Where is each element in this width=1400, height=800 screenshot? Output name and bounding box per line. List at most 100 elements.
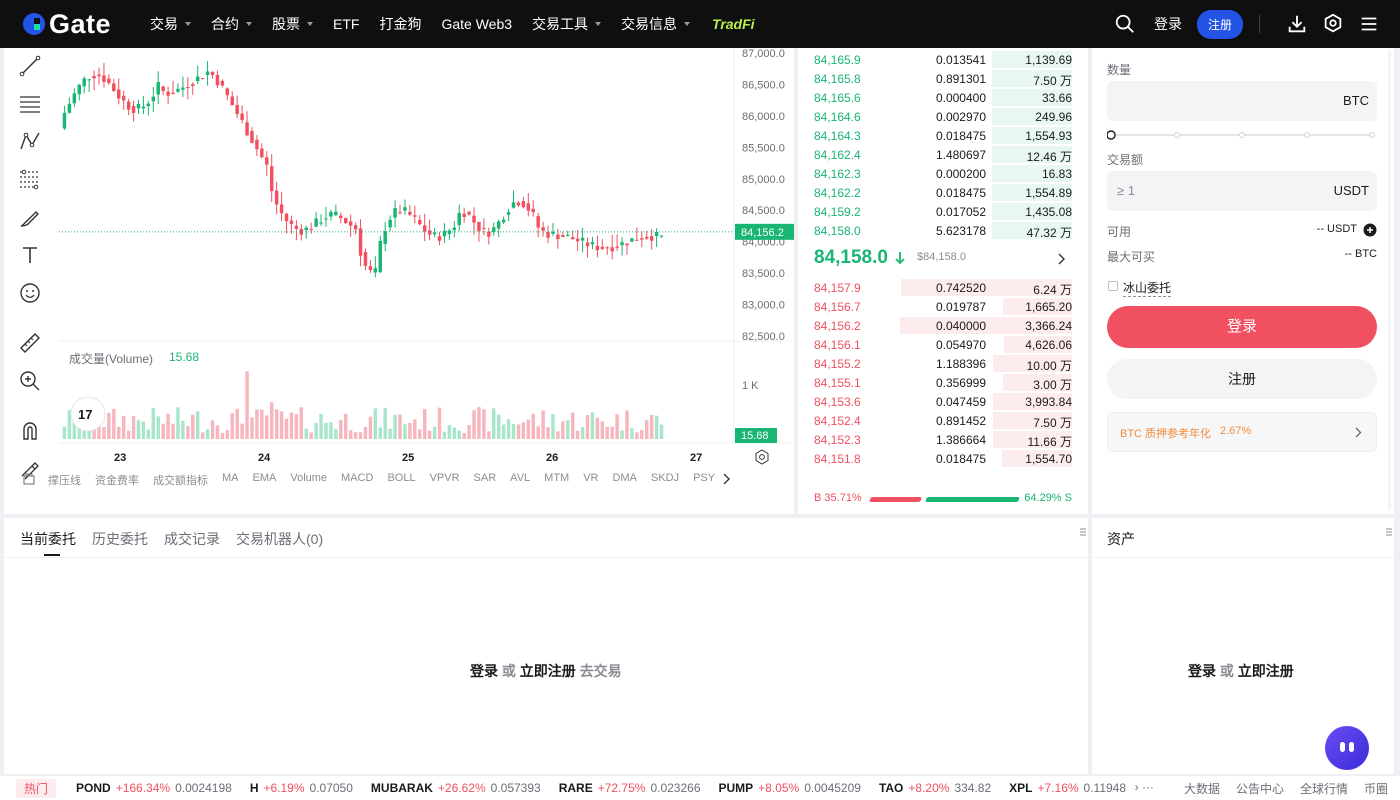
ask-row[interactable]: 84,158.0 5.623178 47.32 万 bbox=[798, 221, 1088, 240]
tradfi-link[interactable]: TradFi bbox=[712, 16, 755, 32]
nav-register-button[interactable]: 注册 bbox=[1196, 9, 1243, 39]
orders-register-link[interactable]: 立即注册 bbox=[520, 663, 576, 679]
ticker-item[interactable]: MUBARAK +26.62% 0.057393 bbox=[371, 781, 541, 795]
quantity-input[interactable]: BTC bbox=[1107, 81, 1377, 121]
nav-item[interactable]: ETF bbox=[333, 14, 359, 34]
nav-item[interactable]: Gate Web3 bbox=[441, 14, 512, 34]
iceberg-checkbox[interactable] bbox=[1108, 281, 1118, 291]
chevron-right-icon[interactable] bbox=[722, 473, 732, 485]
magnet-tool-icon[interactable] bbox=[18, 419, 42, 443]
emoji-tool-icon[interactable] bbox=[18, 281, 42, 305]
footer-link[interactable]: 大数据 bbox=[1184, 780, 1220, 797]
bid-row[interactable]: 84,156.7 0.019787 1,665.20 bbox=[798, 297, 1088, 316]
bid-row[interactable]: 84,157.9 0.742520 6.24 万 bbox=[798, 278, 1088, 297]
iceberg-label[interactable]: 冰山委托 bbox=[1123, 279, 1172, 297]
indicator-item[interactable]: EMA bbox=[253, 472, 277, 488]
search-icon[interactable] bbox=[1114, 13, 1136, 35]
nav-item[interactable]: 交易 bbox=[150, 14, 191, 34]
indicator-item[interactable]: 资金费率 bbox=[95, 472, 139, 488]
nav-item[interactable]: 交易工具 bbox=[532, 14, 602, 34]
indicator-item[interactable]: MACD bbox=[341, 472, 373, 488]
bid-row[interactable]: 84,152.4 0.891452 7.50 万 bbox=[798, 411, 1088, 430]
chart-settings-icon[interactable] bbox=[754, 449, 770, 465]
ask-row[interactable]: 84,165.8 0.891301 7.50 万 bbox=[798, 69, 1088, 88]
settings-icon[interactable] bbox=[1322, 13, 1344, 35]
nav-login-link[interactable]: 登录 bbox=[1154, 14, 1182, 34]
ask-row[interactable]: 84,164.3 0.018475 1,554.93 bbox=[798, 126, 1088, 145]
footer-link[interactable]: 币圈 bbox=[1364, 780, 1388, 797]
download-icon[interactable] bbox=[1286, 13, 1308, 35]
ask-row[interactable]: 84,162.4 1.480697 12.46 万 bbox=[798, 145, 1088, 164]
drag-handle-icon[interactable] bbox=[1080, 528, 1086, 538]
price-chart[interactable]: 87,000.0 86,500.0 86,000.0 85,500.0 85,000.0… bbox=[59, 48, 794, 468]
fib-tool-icon[interactable] bbox=[18, 167, 42, 191]
pattern-tool-icon[interactable] bbox=[18, 129, 42, 153]
menu-icon[interactable] bbox=[1358, 13, 1380, 35]
footer-link[interactable]: 公告中心 bbox=[1236, 780, 1284, 797]
ask-row[interactable]: 84,165.6 0.000400 33.66 bbox=[798, 88, 1088, 107]
ask-row[interactable]: 84,162.3 0.000200 16.83 bbox=[798, 164, 1088, 183]
scrollbar[interactable] bbox=[1388, 50, 1391, 510]
footer-link[interactable]: 全球行情 bbox=[1300, 780, 1348, 797]
assistant-bot-button[interactable] bbox=[1325, 726, 1369, 770]
indicator-item[interactable]: PSY bbox=[693, 472, 715, 488]
register-button[interactable]: 注册 bbox=[1107, 359, 1377, 399]
assets-register-link[interactable]: 立即注册 bbox=[1238, 663, 1294, 679]
trend-line-tool-icon[interactable] bbox=[18, 54, 42, 78]
percentage-slider[interactable] bbox=[1107, 128, 1377, 142]
nav-item[interactable]: 交易信息 bbox=[621, 14, 691, 34]
ticker-item[interactable]: RARE +72.75% 0.023266 bbox=[559, 781, 701, 795]
nav-item[interactable]: 股票 bbox=[272, 14, 313, 34]
ask-row[interactable]: 84,164.6 0.002970 249.96 bbox=[798, 107, 1088, 126]
add-funds-icon[interactable] bbox=[1363, 223, 1377, 237]
ask-row[interactable]: 84,159.2 0.017052 1,435.08 bbox=[798, 202, 1088, 221]
indicator-item[interactable]: DMA bbox=[612, 472, 636, 488]
ticker-item[interactable]: XPL +7.16% 0.11948 bbox=[1009, 781, 1126, 795]
ticker-item[interactable]: POND +166.34% 0.0024198 bbox=[76, 781, 232, 795]
order-tab[interactable]: 成交记录 bbox=[164, 529, 220, 549]
orders-login-link[interactable]: 登录 bbox=[470, 663, 498, 679]
bid-row[interactable]: 84,152.3 1.386664 11.66 万 bbox=[798, 430, 1088, 449]
nav-item[interactable]: 打金狗 bbox=[379, 14, 421, 34]
brush-tool-icon[interactable] bbox=[18, 205, 42, 229]
horizontal-lines-tool-icon[interactable] bbox=[18, 91, 42, 115]
order-tab[interactable]: 历史委托 bbox=[92, 529, 148, 549]
indicator-item[interactable]: AVL bbox=[510, 472, 530, 488]
ask-row[interactable]: 84,165.9 0.013541 1,139.69 bbox=[798, 50, 1088, 69]
indicator-item[interactable]: SAR bbox=[474, 472, 497, 488]
indicator-item[interactable]: SKDJ bbox=[651, 472, 679, 488]
indicator-item[interactable]: VPVR bbox=[430, 472, 460, 488]
order-tab[interactable]: 当前委托 bbox=[20, 529, 76, 549]
amount-input[interactable]: ≥ 1 USDT bbox=[1107, 171, 1377, 211]
ticker-item[interactable]: H +6.19% 0.07050 bbox=[250, 781, 353, 795]
bid-row[interactable]: 84,155.2 1.188396 10.00 万 bbox=[798, 354, 1088, 373]
drag-handle-icon[interactable] bbox=[1386, 528, 1392, 538]
staking-promo[interactable]: BTC 质押参考年化 2.67% bbox=[1107, 412, 1377, 452]
ruler-tool-icon[interactable] bbox=[18, 331, 42, 355]
text-tool-icon[interactable] bbox=[18, 243, 42, 267]
nav-item[interactable]: 合约 bbox=[211, 14, 252, 34]
chevron-right-icon[interactable] bbox=[1058, 253, 1066, 265]
indicator-item[interactable]: Volume bbox=[290, 472, 327, 488]
ask-row[interactable]: 84,162.2 0.018475 1,554.89 bbox=[798, 183, 1088, 202]
indicator-item[interactable]: MTM bbox=[544, 472, 569, 488]
bid-row[interactable]: 84,156.2 0.040000 3,366.24 bbox=[798, 316, 1088, 335]
indicator-panel-icon[interactable] bbox=[22, 472, 36, 486]
gate-logo[interactable]: Gate bbox=[22, 9, 130, 40]
ticker-more-icon[interactable]: › ··· bbox=[1135, 780, 1154, 797]
login-button[interactable]: 登录 bbox=[1107, 306, 1377, 348]
ticker-item[interactable]: TAO +8.20% 334.82 bbox=[879, 781, 991, 795]
bid-row[interactable]: 84,155.1 0.356999 3.00 万 bbox=[798, 373, 1088, 392]
indicator-item[interactable]: VR bbox=[583, 472, 598, 488]
indicator-item[interactable]: 成交额指标 bbox=[153, 472, 208, 488]
zoom-tool-icon[interactable] bbox=[18, 369, 42, 393]
indicator-item[interactable]: MA bbox=[222, 472, 239, 488]
bid-row[interactable]: 84,151.8 0.018475 1,554.70 bbox=[798, 449, 1088, 468]
ticker-item[interactable]: PUMP +8.05% 0.0045209 bbox=[719, 781, 861, 795]
assets-login-link[interactable]: 登录 bbox=[1188, 663, 1216, 679]
bid-row[interactable]: 84,156.1 0.054970 4,626.06 bbox=[798, 335, 1088, 354]
indicator-item[interactable]: BOLL bbox=[387, 472, 415, 488]
bid-row[interactable]: 84,153.6 0.047459 3,993.84 bbox=[798, 392, 1088, 411]
indicator-item[interactable]: 撑压线 bbox=[48, 472, 81, 488]
order-tab[interactable]: 交易机器人(0) bbox=[236, 529, 323, 549]
